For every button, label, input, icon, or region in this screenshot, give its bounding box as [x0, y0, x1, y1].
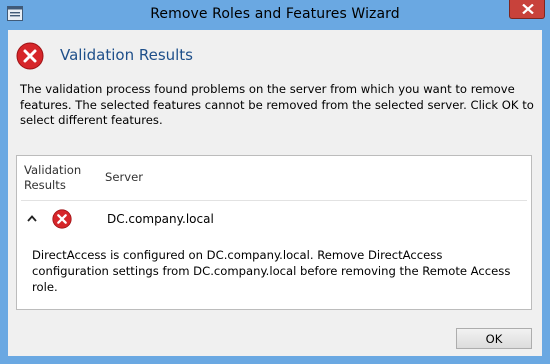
column-header-server[interactable]: Server	[105, 170, 143, 184]
chevron-up-icon[interactable]	[27, 215, 37, 222]
server-name: DC.company.local	[107, 212, 214, 226]
title-bar[interactable]: Remove Roles and Features Wizard	[0, 0, 550, 29]
wizard-window: Remove Roles and Features Wizard Validat…	[0, 0, 550, 364]
column-header-validation-results[interactable]: Validation Results	[24, 163, 94, 193]
close-icon	[522, 4, 534, 14]
error-icon	[52, 209, 72, 229]
error-icon	[16, 42, 44, 70]
validation-results-list: Validation Results Server DC.company.loc…	[16, 155, 532, 310]
page-heading: Validation Results	[60, 46, 194, 64]
result-detail: DirectAccess is configured on DC.company…	[32, 248, 511, 294]
header-divider	[21, 200, 527, 201]
close-button[interactable]	[509, 0, 545, 19]
dialog-header: Validation Results	[8, 30, 542, 80]
result-row[interactable]: DC.company.local	[17, 207, 531, 233]
window-title: Remove Roles and Features Wizard	[150, 6, 400, 22]
dialog-body: Validation Results The validation proces…	[8, 30, 542, 356]
ok-button[interactable]: OK	[456, 328, 532, 349]
validation-message: The validation process found problems on…	[20, 82, 534, 127]
